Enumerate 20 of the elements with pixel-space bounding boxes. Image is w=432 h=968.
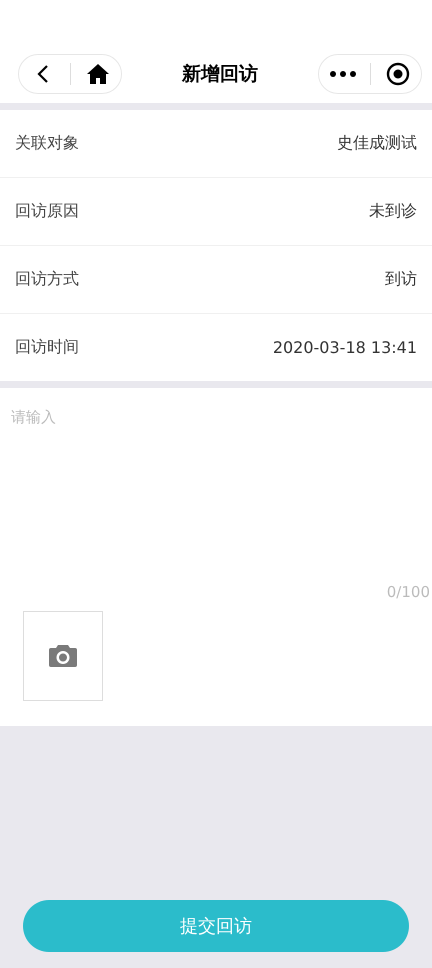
add-photo-button[interactable] xyxy=(23,611,103,701)
field-value: 到访 xyxy=(385,269,417,290)
form-row[interactable]: 回访方式 到访 xyxy=(0,246,432,314)
back-icon xyxy=(34,64,50,84)
field-label: 关联对象 xyxy=(15,133,79,154)
character-counter: 0/100 xyxy=(386,583,430,601)
more-icon xyxy=(330,71,356,77)
form-row[interactable]: 回访时间 2020-03-18 13:41 xyxy=(0,314,432,381)
target-icon xyxy=(386,62,410,86)
field-value: 史佳成测试 xyxy=(337,133,417,154)
page-title: 新增回访 xyxy=(182,62,258,87)
field-label: 回访时间 xyxy=(15,337,79,358)
field-label: 回访原因 xyxy=(15,201,79,222)
form-row[interactable]: 关联对象 史佳成测试 xyxy=(0,110,432,178)
home-icon xyxy=(86,63,110,85)
field-label: 回访方式 xyxy=(15,269,79,290)
field-value: 2020-03-18 13:41 xyxy=(272,338,417,357)
form-row[interactable]: 回访原因 未到诊 xyxy=(0,178,432,246)
camera-icon xyxy=(49,645,77,667)
field-value: 未到诊 xyxy=(369,201,417,222)
